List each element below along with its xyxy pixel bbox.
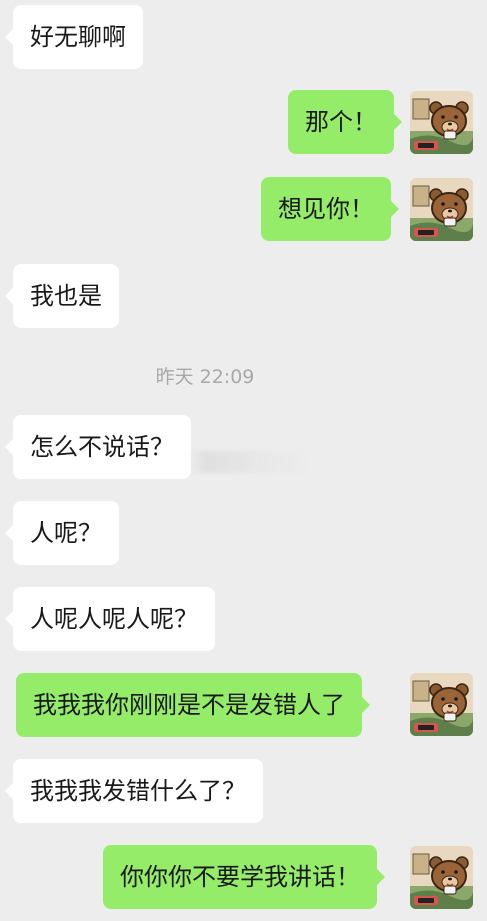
message-bubble-incoming[interactable]: 人呢人呢人呢？ — [5, 587, 215, 651]
blurred-area — [188, 451, 308, 473]
message-bubble-incoming[interactable]: 我我我发错什么了？ — [5, 759, 263, 823]
bear-avatar-icon — [410, 91, 473, 154]
message-bubble-incoming[interactable]: 人呢？ — [5, 501, 119, 565]
bear-avatar-icon — [410, 178, 473, 241]
avatar-self[interactable] — [410, 846, 473, 909]
message-bubble-incoming[interactable]: 我也是 — [5, 264, 119, 328]
avatar-self[interactable] — [410, 91, 473, 154]
message-bubble-incoming[interactable]: 好无聊啊 — [5, 5, 143, 69]
bear-avatar-icon — [410, 673, 473, 736]
message-bubble-outgoing[interactable]: 那个！ — [288, 90, 402, 154]
message-bubble-outgoing[interactable]: 我我我你刚刚是不是发错人了 — [16, 673, 370, 737]
avatar-self[interactable] — [410, 178, 473, 241]
message-timestamp: 昨天 22:09 — [155, 366, 255, 388]
message-bubble-incoming[interactable]: 怎么不说话？ — [5, 415, 191, 479]
avatar-self[interactable] — [410, 673, 473, 736]
message-bubble-outgoing[interactable]: 你你你不要学我讲话！ — [103, 845, 385, 909]
message-bubble-outgoing[interactable]: 想见你！ — [261, 177, 399, 241]
bear-avatar-icon — [410, 846, 473, 909]
